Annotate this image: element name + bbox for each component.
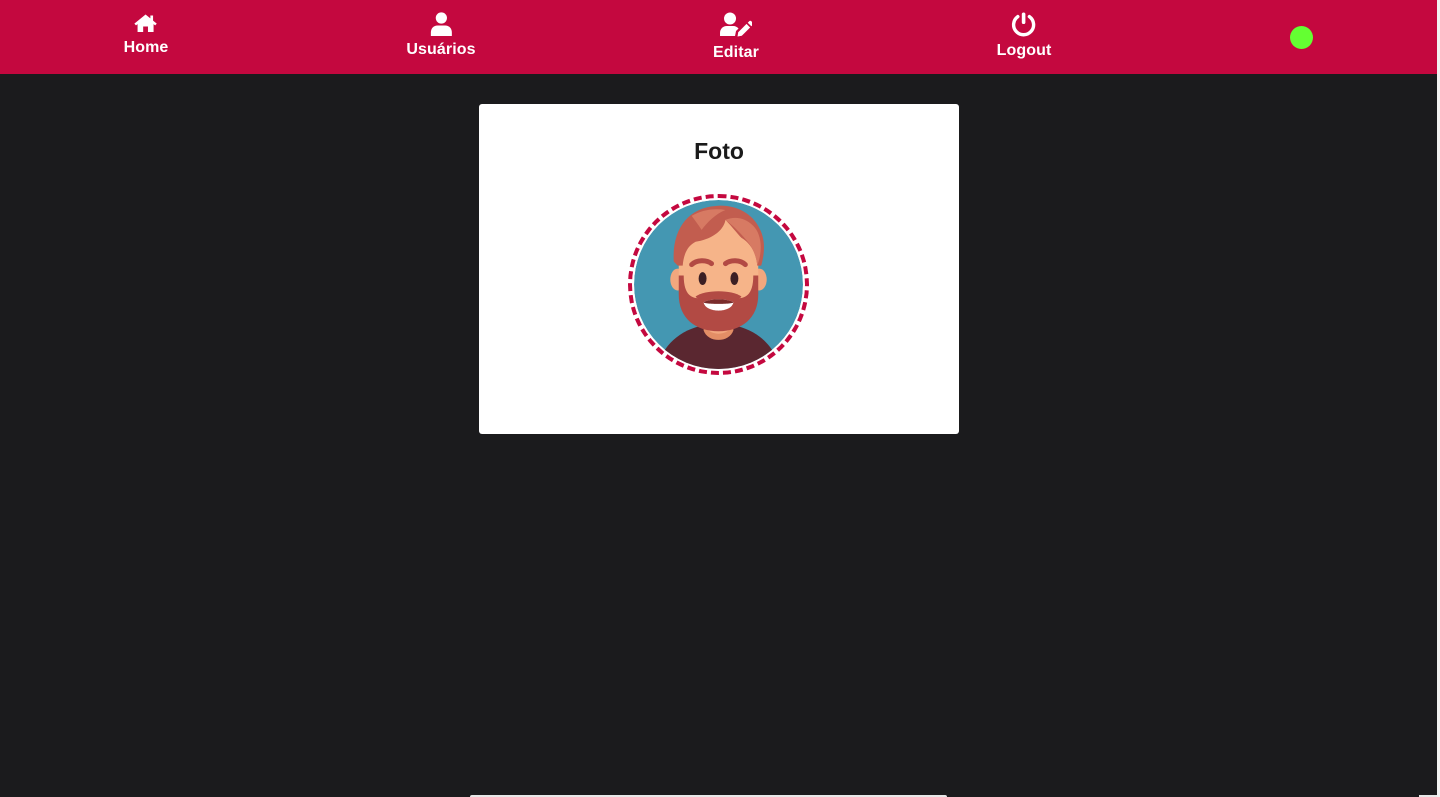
top-navigation-bar: Home Usuários Editar Logout xyxy=(0,0,1437,74)
nav-label-logout: Logout xyxy=(996,42,1052,59)
profile-avatar[interactable] xyxy=(628,194,809,375)
nav-label-editar: Editar xyxy=(713,44,759,61)
photo-card: Foto xyxy=(479,104,959,434)
nav-item-editar[interactable]: Editar xyxy=(713,0,759,74)
user-icon xyxy=(430,12,452,36)
nav-label-home: Home xyxy=(123,39,169,56)
user-edit-icon xyxy=(719,12,752,37)
nav-item-logout[interactable]: Logout xyxy=(997,0,1052,74)
home-icon xyxy=(134,14,158,32)
power-icon xyxy=(1012,12,1036,37)
nav-item-home[interactable]: Home xyxy=(124,0,169,74)
card-title: Foto xyxy=(694,138,744,164)
nav-item-usuarios[interactable]: Usuários xyxy=(406,0,476,74)
online-status-indicator xyxy=(1290,26,1313,49)
avatar-bearded-man-icon xyxy=(634,200,803,369)
nav-label-usuarios: Usuários xyxy=(406,41,476,58)
